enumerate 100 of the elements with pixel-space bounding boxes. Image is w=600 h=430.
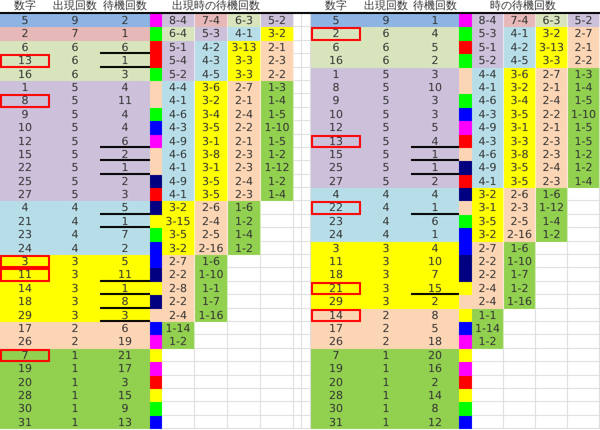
count-cell: 5 xyxy=(361,108,411,122)
count-cell: 3 xyxy=(50,255,100,268)
interval-cell: 5-2 xyxy=(568,14,600,28)
count-cell: 7 xyxy=(50,27,100,41)
number-cell: 9 xyxy=(311,94,361,108)
number-cell: 22 xyxy=(0,161,50,175)
interval-cell: 1-14 xyxy=(472,322,504,336)
count-cell: 6 xyxy=(50,40,100,54)
wait-cell: 7 xyxy=(411,268,459,282)
interval-cell: 1-10 xyxy=(261,121,294,135)
wait-cell: 11 xyxy=(100,268,150,282)
wait-cell: 2 xyxy=(100,242,150,256)
interval-cell: 1-6 xyxy=(536,188,568,202)
number-cell: 31 xyxy=(311,416,361,430)
wait-cell: 2 xyxy=(411,295,459,309)
number-cell: 17 xyxy=(0,322,50,336)
wait-cell: 1 xyxy=(100,214,150,228)
interval-cell: 2-7 xyxy=(568,27,600,41)
interval-cell: 1-4 xyxy=(536,214,568,228)
wait-cell: 3 xyxy=(100,308,150,322)
interval-cell: 3-5 xyxy=(504,161,536,175)
wait-cell: 3 xyxy=(100,68,150,81)
interval-cell: 1-7 xyxy=(504,268,536,282)
count-cell: 4 xyxy=(361,201,411,215)
interval-cell: 1-4 xyxy=(228,228,261,242)
interval-cell: 2-2 xyxy=(261,68,294,81)
interval-cell: 1-10 xyxy=(568,108,600,122)
wait-cell: 20 xyxy=(411,348,459,362)
count-cell: 5 xyxy=(50,108,100,122)
interval-cell: 5-1 xyxy=(162,40,195,54)
count-cell: 4 xyxy=(361,214,411,228)
number-cell: 22 xyxy=(311,201,361,215)
wait-cell: 15 xyxy=(100,388,150,402)
number-cell: 23 xyxy=(0,228,50,242)
interval-cell: 3-6 xyxy=(195,80,228,94)
count-cell: 1 xyxy=(50,416,100,430)
wait-cell: 5 xyxy=(100,255,150,268)
interval-cell: 2-1 xyxy=(536,121,568,135)
interval-cell: 3-3 xyxy=(228,54,261,68)
interval-cell: 2-6 xyxy=(504,188,536,202)
interval-cell: 6-3 xyxy=(228,14,261,28)
number-cell: 23 xyxy=(311,214,361,228)
interval-cell: 2-4 xyxy=(472,282,504,296)
interval-cell: 1-5 xyxy=(568,94,600,108)
interval-cell: 3-13 xyxy=(228,40,261,54)
interval-cell: 2-2 xyxy=(228,121,261,135)
wait-cell: 4 xyxy=(100,80,150,94)
count-cell: 1 xyxy=(361,362,411,376)
count-cell: 1 xyxy=(50,362,100,376)
wait-cell: 1 xyxy=(411,228,459,242)
count-cell: 5 xyxy=(50,80,100,94)
interval-cell: 3-5 xyxy=(472,214,504,228)
count-cell: 3 xyxy=(361,242,411,256)
wait-cell: 11 xyxy=(100,94,150,108)
wait-cell: 18 xyxy=(411,335,459,349)
count-cell: 5 xyxy=(361,174,411,188)
wait-cell: 4 xyxy=(411,242,459,256)
count-cell: 1 xyxy=(361,388,411,402)
number-cell: 13 xyxy=(311,134,361,148)
wait-cell: 2 xyxy=(100,148,150,162)
interval-cell: 2-2 xyxy=(162,268,195,282)
number-cell: 31 xyxy=(0,416,50,430)
interval-cell: 3-4 xyxy=(195,108,228,122)
interval-cell: 4-1 xyxy=(162,188,195,202)
count-cell: 2 xyxy=(50,322,100,336)
interval-cell: 1-1 xyxy=(195,282,228,296)
number-cell: 24 xyxy=(0,242,50,256)
column-header: 時の待機回数 xyxy=(489,0,557,12)
interval-cell: 3-15 xyxy=(162,214,195,228)
count-cell: 4 xyxy=(50,228,100,242)
interval-cell: 1-6 xyxy=(195,255,228,268)
count-cell: 6 xyxy=(50,54,100,68)
number-cell: 19 xyxy=(311,362,361,376)
interval-cell: 4-9 xyxy=(472,121,504,135)
interval-cell: 2-2 xyxy=(162,295,195,309)
count-cell: 1 xyxy=(50,376,100,389)
number-cell: 30 xyxy=(311,402,361,416)
interval-cell: 5-3 xyxy=(472,27,504,41)
number-cell: 30 xyxy=(0,402,50,416)
count-cell: 2 xyxy=(361,335,411,349)
count-cell: 1 xyxy=(50,402,100,416)
interval-cell: 1-4 xyxy=(568,80,600,94)
number-cell: 20 xyxy=(311,376,361,389)
column-header: 出現時の待機回数 xyxy=(171,0,261,12)
interval-cell: 2-4 xyxy=(195,214,228,228)
interval-cell: 3-8 xyxy=(195,148,228,162)
interval-cell: 2-3 xyxy=(536,134,568,148)
wait-cell: 6 xyxy=(411,214,459,228)
wait-cell: 3 xyxy=(411,94,459,108)
interval-cell: 1-2 xyxy=(228,242,261,256)
interval-cell: 6-4 xyxy=(162,27,195,41)
interval-cell: 1-10 xyxy=(195,268,228,282)
count-cell: 5 xyxy=(361,94,411,108)
interval-cell: 1-5 xyxy=(261,134,294,148)
interval-cell: 1-5 xyxy=(568,121,600,135)
interval-cell: 2-1 xyxy=(568,40,600,54)
number-cell: 28 xyxy=(0,388,50,402)
number-cell: 5 xyxy=(311,14,361,28)
count-cell: 5 xyxy=(50,148,100,162)
interval-cell: 3-1 xyxy=(195,161,228,175)
